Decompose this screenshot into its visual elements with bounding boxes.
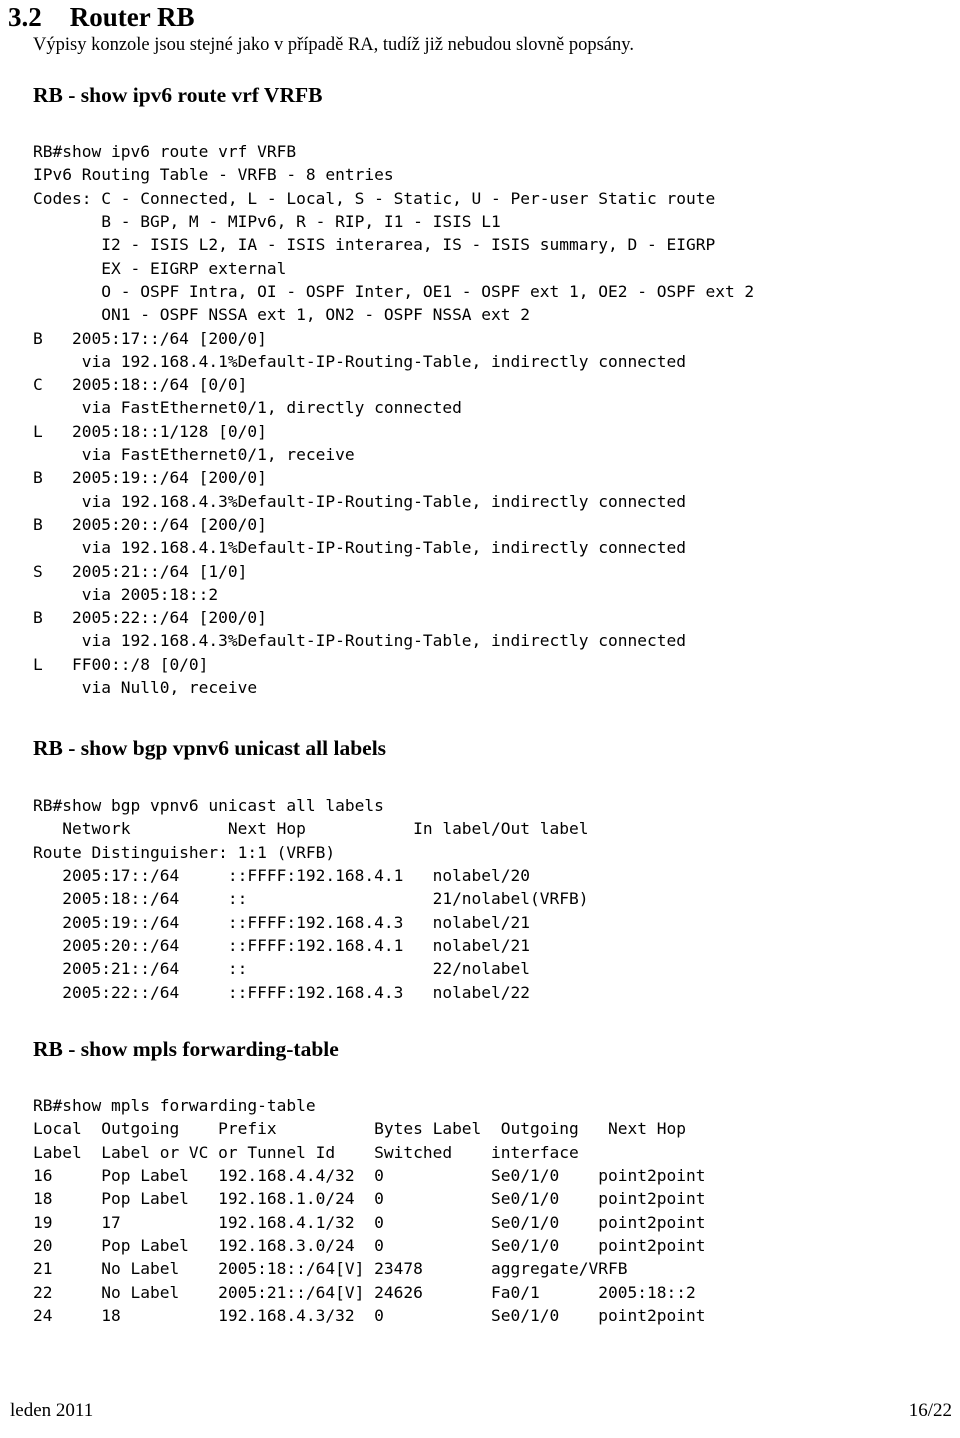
console-line: 2005:18::/64 :: 21/nolabel(VRFB) (33, 889, 589, 909)
console-line: via Null0, receive (33, 678, 258, 698)
intro-paragraph: Výpisy konzole jsou stejné jako v případ… (33, 35, 634, 55)
console-line: 22 No Label 2005:21::/64[V] 24626 Fa0/1 … (33, 1282, 696, 1302)
console-line: Label Label or VC or Tunnel Id Switched … (33, 1142, 579, 1162)
console-line: 2005:17::/64 ::FFFF:192.168.4.1 nolabel/… (33, 866, 531, 886)
console-line: 2005:22::/64 ::FFFF:192.168.4.3 nolabel/… (33, 982, 531, 1002)
console-line: S 2005:21::/64 [1/0] (33, 561, 248, 581)
console-line: via 192.168.4.3%Default-IP-Routing-Table… (33, 491, 686, 511)
console-output-show-bgp-vpnv6-labels: RB#show bgp vpnv6 unicast all labels Net… (33, 794, 589, 1004)
console-line: IPv6 Routing Table - VRFB - 8 entries (33, 165, 394, 185)
console-line: 18 Pop Label 192.168.1.0/24 0 Se0/1/0 po… (33, 1189, 706, 1209)
console-output-show-ipv6-route: RB#show ipv6 route vrf VRFB IPv6 Routing … (33, 140, 754, 699)
console-line: EX - EIGRP external (33, 258, 287, 278)
console-line: L 2005:18::1/128 [0/0] (33, 421, 267, 441)
document-page: 3.2 Router RB Výpisy konzole jsou stejné … (0, 0, 960, 1438)
console-line: 19 17 192.168.4.1/32 0 Se0/1/0 point2poi… (33, 1212, 706, 1232)
console-line: 24 18 192.168.4.3/32 0 Se0/1/0 point2poi… (33, 1305, 706, 1325)
subheading-show-bgp-vpnv6-labels: RB - show bgp vpnv6 unicast all labels (33, 736, 387, 760)
footer-date: leden 2011 (10, 1400, 94, 1421)
console-line: via FastEthernet0/1, receive (33, 445, 355, 465)
console-line: Local Outgoing Prefix Bytes Label Outgoi… (33, 1119, 686, 1139)
footer-page-number: 16/22 (908, 1400, 952, 1421)
subheading-show-ipv6-route: RB - show ipv6 route vrf VRFB (33, 83, 323, 107)
console-line: ON1 - OSPF NSSA ext 1, ON2 - OSPF NSSA e… (33, 305, 531, 325)
console-line: via FastEthernet0/1, directly connected (33, 398, 462, 418)
console-line: 2005:19::/64 ::FFFF:192.168.4.3 nolabel/… (33, 912, 531, 932)
console-line: Codes: C - Connected, L - Local, S - Sta… (33, 188, 716, 208)
console-line: B 2005:17::/64 [200/0] (33, 328, 267, 348)
console-line: C 2005:18::/64 [0/0] (33, 375, 248, 395)
page-footer: leden 2011 16/22 (0, 1398, 960, 1428)
console-line: Route Distinguisher: 1:1 (VRFB) (33, 842, 336, 862)
console-line: RB#show ipv6 route vrf VRFB (33, 142, 297, 162)
section-title: Router RB (69, 2, 195, 32)
console-line: via 192.168.4.3%Default-IP-Routing-Table… (33, 631, 686, 651)
console-line: I2 - ISIS L2, IA - ISIS interarea, IS - … (33, 235, 716, 255)
console-line: 20 Pop Label 192.168.3.0/24 0 Se0/1/0 po… (33, 1235, 706, 1255)
section-number: 3.2 (8, 2, 42, 32)
console-line: 21 No Label 2005:18::/64[V] 23478 aggreg… (33, 1259, 628, 1279)
console-line: B 2005:22::/64 [200/0] (33, 608, 267, 628)
console-line: B 2005:20::/64 [200/0] (33, 514, 267, 534)
console-line: B 2005:19::/64 [200/0] (33, 468, 267, 488)
subheading-show-mpls-forwarding-table: RB - show mpls forwarding-table (33, 1037, 339, 1061)
console-line: via 192.168.4.1%Default-IP-Routing-Table… (33, 538, 686, 558)
console-line: via 2005:18::2 (33, 584, 219, 604)
console-line: 2005:21::/64 :: 22/nolabel (33, 959, 531, 979)
console-line: via 192.168.4.1%Default-IP-Routing-Table… (33, 351, 686, 371)
console-line: O - OSPF Intra, OI - OSPF Inter, OE1 - O… (33, 281, 755, 301)
section-heading: 3.2 Router RB (8, 2, 195, 32)
console-output-show-mpls-forwarding-table: RB#show mpls forwarding-table Local Outgo… (33, 1094, 705, 1327)
console-line: Network Next Hop In label/Out label (33, 819, 589, 839)
console-line: L FF00::/8 [0/0] (33, 654, 209, 674)
console-line: 2005:20::/64 ::FFFF:192.168.4.1 nolabel/… (33, 935, 531, 955)
console-line: RB#show bgp vpnv6 unicast all labels (33, 796, 384, 816)
console-line: 16 Pop Label 192.168.4.4/32 0 Se0/1/0 po… (33, 1166, 706, 1186)
console-line: B - BGP, M - MIPv6, R - RIP, I1 - ISIS L… (33, 212, 501, 232)
console-line: RB#show mpls forwarding-table (33, 1096, 316, 1116)
